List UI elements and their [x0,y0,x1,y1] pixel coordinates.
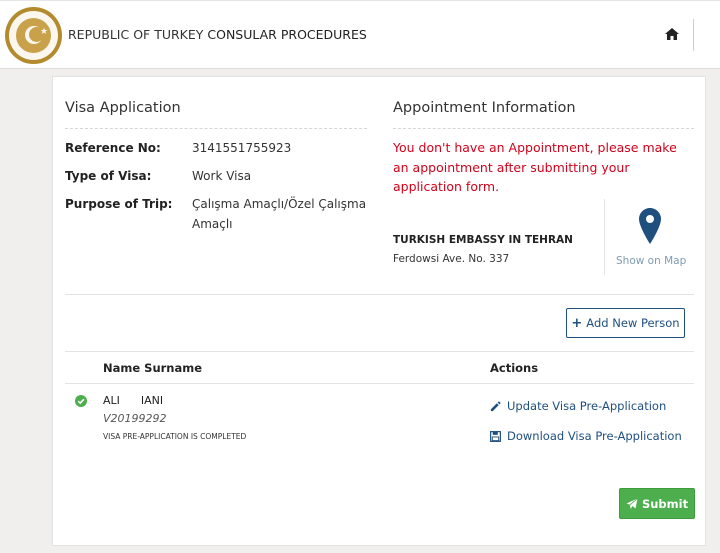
person-application-id: V20199292 [103,412,167,425]
ministry-seal-logo[interactable]: ★ [5,7,62,64]
table-header-border [65,383,694,384]
header-bar: ★ REPUBLIC OF TURKEY CONSULAR PROCEDURES [0,0,720,69]
purpose-value: Çalışma Amaçlı/Özel Çalışma Amaçlı [192,197,367,231]
logo-core: ★ [16,18,51,53]
show-on-map-link[interactable]: Show on Map [616,255,686,267]
site-title[interactable]: REPUBLIC OF TURKEY CONSULAR PROCEDURES [68,27,367,42]
person-name: ALI IANI [103,394,164,407]
pencil-icon [490,401,501,411]
reference-no-value: 3141551755923 [192,141,292,155]
reference-no-label: Reference No: [65,141,161,155]
submit-label: Submit [641,496,689,511]
header-separator [693,19,694,51]
update-visa-label: Update Visa Pre-Application [507,399,667,413]
embassy-name: TURKISH EMBASSY IN TEHRAN [393,234,573,246]
visa-type-label: Type of Visa: [65,169,152,183]
embassy-map-separator [604,199,605,275]
application-panel: Visa Application Reference No: 314155175… [52,76,706,546]
column-header-actions: Actions [490,361,539,375]
download-visa-label: Download Visa Pre-Application [507,429,682,443]
map-pin-icon[interactable] [639,208,661,244]
table-top-border [65,351,694,352]
column-header-name: Name Surname [103,361,203,375]
site-title-rest: CONSULAR PROCEDURES [203,27,367,42]
appointment-title: Appointment Information [393,100,576,116]
submit-button[interactable]: Submit [619,488,695,519]
update-visa-link[interactable]: Update Visa Pre-Application [490,399,666,413]
purpose-label: Purpose of Trip: [65,197,173,211]
download-visa-link[interactable]: Download Visa Pre-Application [490,429,682,443]
visa-application-title: Visa Application [65,100,181,116]
appointment-title-divider [393,128,694,129]
person-status: VISA PRE-APPLICATION IS COMPLETED [103,432,247,441]
home-icon[interactable] [664,26,680,42]
appointment-warning: You don't have an Appointment, please ma… [393,140,677,194]
section-divider [65,294,694,295]
plus-icon: + [571,315,583,331]
paper-plane-icon [626,497,638,509]
site-title-prefix: REPUBLIC OF TURKEY [68,27,204,42]
visa-title-divider [65,128,367,129]
check-circle-icon [75,395,87,407]
add-new-person-label: Add New Person [586,316,680,330]
save-icon [490,430,501,442]
visa-type-value: Work Visa [192,169,252,183]
star-icon: ★ [40,27,49,37]
embassy-address: Ferdowsi Ave. No. 337 [393,253,510,265]
add-new-person-button[interactable]: + Add New Person [566,308,685,338]
